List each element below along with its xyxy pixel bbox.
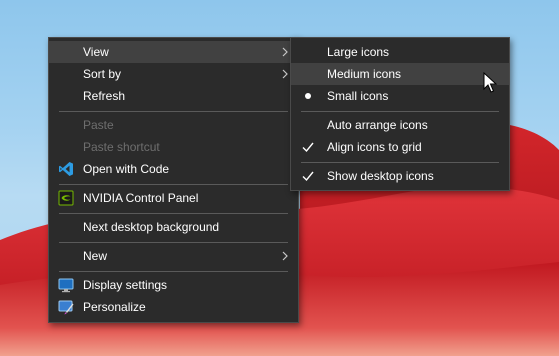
nvidia-icon	[58, 190, 74, 206]
menu-item-new-label: New	[83, 249, 108, 263]
desktop-context-menu: View Sort by Refresh Paste Paste shortcu…	[48, 37, 299, 323]
menu-item-open-with-code[interactable]: Open with Code	[49, 158, 298, 180]
submenu-item-auto-arrange[interactable]: Auto arrange icons	[291, 114, 509, 136]
submenu-item-small-icons-label: Small icons	[327, 89, 389, 103]
vscode-icon	[59, 162, 73, 176]
menu-separator	[59, 213, 288, 214]
submenu-item-large-icons-label: Large icons	[327, 45, 390, 59]
menu-separator	[59, 184, 288, 185]
submenu-separator	[301, 111, 499, 112]
menu-separator	[59, 271, 288, 272]
view-submenu: Large icons Medium icons Small icons Aut…	[290, 37, 510, 191]
submenu-item-large-icons[interactable]: Large icons	[291, 41, 509, 63]
display-settings-icon	[58, 278, 74, 293]
menu-item-sort-by-label: Sort by	[83, 67, 122, 81]
menu-item-paste-shortcut: Paste shortcut	[49, 136, 298, 158]
chevron-right-icon	[282, 47, 288, 57]
personalize-icon	[58, 300, 74, 315]
menu-item-new[interactable]: New	[49, 245, 298, 267]
menu-item-display-settings[interactable]: Display settings	[49, 274, 298, 296]
menu-item-next-desktop-background[interactable]: Next desktop background	[49, 216, 298, 238]
menu-item-open-with-code-label: Open with Code	[83, 162, 170, 176]
submenu-item-show-desktop-icons[interactable]: Show desktop icons	[291, 165, 509, 187]
menu-item-paste: Paste	[49, 114, 298, 136]
menu-item-next-background-label: Next desktop background	[83, 220, 220, 234]
menu-item-paste-shortcut-label: Paste shortcut	[83, 140, 160, 154]
radio-dot-icon	[305, 93, 311, 99]
submenu-item-show-desktop-icons-label: Show desktop icons	[327, 169, 434, 183]
menu-item-paste-label: Paste	[83, 118, 114, 132]
mouse-pointer-icon	[483, 72, 497, 93]
submenu-item-medium-icons-label: Medium icons	[327, 67, 402, 81]
menu-item-display-settings-label: Display settings	[83, 278, 168, 292]
menu-separator	[59, 111, 288, 112]
menu-item-nvidia-control-panel[interactable]: NVIDIA Control Panel	[49, 187, 298, 209]
submenu-separator	[301, 162, 499, 163]
submenu-item-align-to-grid[interactable]: Align icons to grid	[291, 136, 509, 158]
menu-separator	[59, 242, 288, 243]
menu-item-personalize-label: Personalize	[83, 300, 146, 314]
checkmark-icon	[302, 142, 314, 153]
chevron-right-icon	[282, 251, 288, 261]
menu-item-view[interactable]: View	[49, 41, 298, 63]
menu-item-sort-by[interactable]: Sort by	[49, 63, 298, 85]
chevron-right-icon	[282, 69, 288, 79]
menu-item-refresh[interactable]: Refresh	[49, 85, 298, 107]
submenu-item-align-to-grid-label: Align icons to grid	[327, 140, 422, 154]
menu-item-view-label: View	[83, 45, 109, 59]
menu-item-personalize[interactable]: Personalize	[49, 296, 298, 318]
checkmark-icon	[302, 171, 314, 182]
submenu-item-small-icons[interactable]: Small icons	[291, 85, 509, 107]
menu-item-nvidia-label: NVIDIA Control Panel	[83, 191, 199, 205]
submenu-item-auto-arrange-label: Auto arrange icons	[327, 118, 428, 132]
submenu-item-medium-icons[interactable]: Medium icons	[291, 63, 509, 85]
menu-item-refresh-label: Refresh	[83, 89, 126, 103]
